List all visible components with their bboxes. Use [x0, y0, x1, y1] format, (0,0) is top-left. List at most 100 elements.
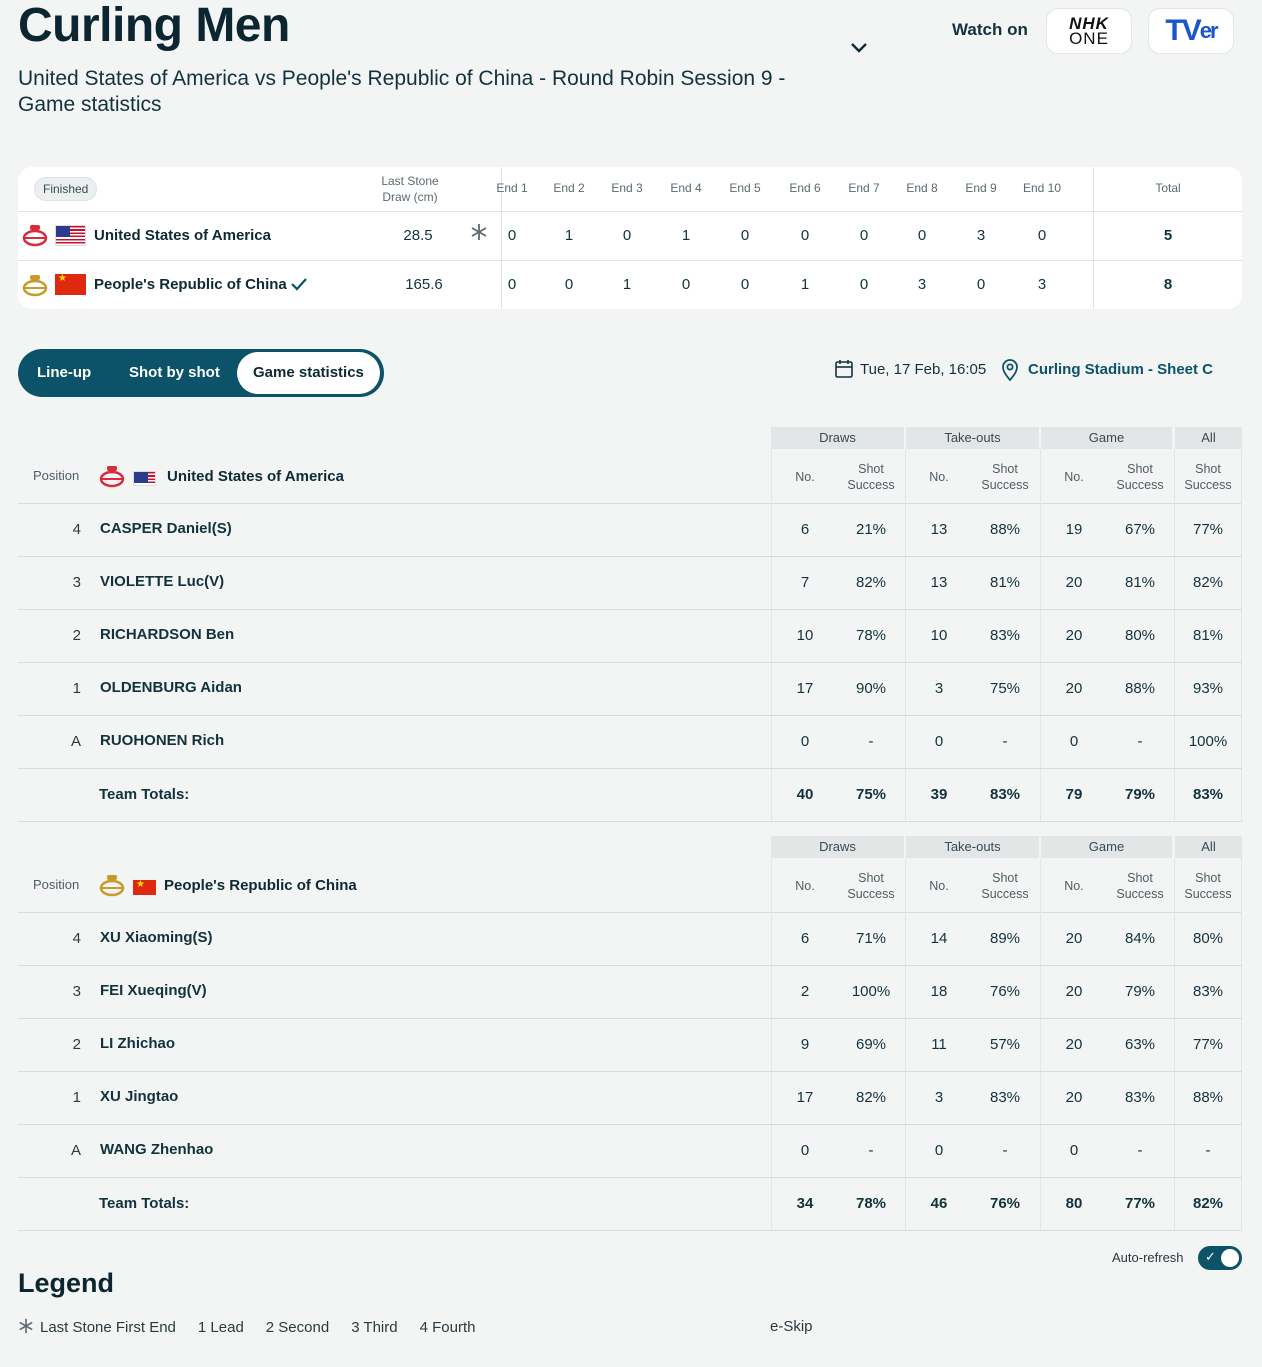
- player-position: A: [70, 733, 81, 750]
- stat-value: -: [868, 733, 874, 750]
- player-name[interactable]: FEI Xueqing(V): [100, 982, 207, 999]
- stat-value: 21%: [855, 521, 887, 538]
- team-total-value: 76%: [989, 1195, 1021, 1212]
- tab-shot-by-shot[interactable]: Shot by shot: [129, 349, 220, 397]
- end-score-chn: 1: [622, 276, 632, 293]
- sub-header-shot-success: Shot Success: [970, 461, 1040, 493]
- row-divider: [18, 768, 1242, 769]
- stat-value: 77%: [1192, 1036, 1224, 1053]
- end-score-usa: 0: [507, 227, 517, 244]
- player-name[interactable]: LI Zhichao: [100, 1035, 175, 1052]
- lsd-header: Last Stone Draw (cm): [370, 173, 450, 205]
- team-total-value: 34: [796, 1195, 814, 1212]
- stat-value: 83%: [989, 1089, 1021, 1106]
- sub-header-success: Success: [1184, 478, 1232, 492]
- stat-value: 81%: [989, 574, 1021, 591]
- team-total-value: 80: [1065, 1195, 1083, 1212]
- stat-value: 10: [796, 627, 814, 644]
- check-icon: ✓: [1205, 1249, 1216, 1264]
- chn-flag-icon: [55, 273, 86, 295]
- end-header: End 9: [965, 181, 997, 195]
- group-header-draws: Draws: [771, 836, 904, 858]
- end-score-chn: 0: [859, 276, 869, 293]
- end-score-chn: 0: [681, 276, 691, 293]
- stat-value: 88%: [989, 521, 1021, 538]
- venue-link[interactable]: Curling Stadium - Sheet C: [1028, 361, 1213, 378]
- legend-title: Legend: [18, 1268, 115, 1298]
- stat-value: 100%: [851, 983, 891, 1000]
- end-header: End 6: [789, 181, 821, 195]
- sub-header-success: Success: [847, 887, 895, 901]
- stat-value: 76%: [989, 983, 1021, 1000]
- stat-value: 83%: [1124, 1089, 1156, 1106]
- team-total-value: 82%: [1192, 1195, 1224, 1212]
- group-header-game: Game: [1041, 836, 1172, 858]
- sub-header-success: Success: [1184, 887, 1232, 901]
- player-name[interactable]: WANG Zhenhao: [100, 1141, 213, 1158]
- stat-value: 63%: [1124, 1036, 1156, 1053]
- status-badge: Finished: [34, 177, 98, 201]
- usa-stone-icon: [99, 466, 125, 488]
- stat-value: 75%: [989, 680, 1021, 697]
- end-score-chn: 0: [507, 276, 517, 293]
- stat-value: 0: [934, 733, 944, 750]
- stat-value: 93%: [1192, 680, 1224, 697]
- page-subtitle: United States of America vs People's Rep…: [18, 67, 786, 116]
- end-score-chn: 0: [740, 276, 750, 293]
- team-total-value: 40: [796, 786, 814, 803]
- chevron-down-icon[interactable]: [848, 36, 870, 58]
- team-total-value: 79%: [1124, 786, 1156, 803]
- row-divider: [18, 821, 1242, 822]
- player-name[interactable]: CASPER Daniel(S): [100, 520, 232, 537]
- sub-header-success: Success: [981, 887, 1029, 901]
- position-header: Position: [33, 468, 80, 483]
- scoreboard: Finished Last Stone Draw (cm) Total Unit…: [18, 167, 1242, 309]
- player-name[interactable]: VIOLETTE Luc(V): [100, 573, 224, 590]
- end-score-chn: 3: [1037, 276, 1047, 293]
- legend-item-second: 2 Second: [265, 1319, 330, 1336]
- sub-header-shot-success: Shot Success: [836, 461, 906, 493]
- sub-header-shot-success: Shot Success: [1105, 870, 1175, 902]
- auto-refresh-toggle[interactable]: ✓: [1198, 1246, 1242, 1270]
- player-name[interactable]: OLDENBURG Aidan: [100, 679, 242, 696]
- end-score-usa: 0: [859, 227, 869, 244]
- sub-header-no: No.: [1064, 470, 1084, 484]
- usa-stone-icon: [22, 225, 48, 247]
- stat-value: 81%: [1192, 627, 1224, 644]
- team-total-value: 79: [1065, 786, 1083, 803]
- stat-value: 81%: [1124, 574, 1156, 591]
- sub-header-shot-success: Shot Success: [1173, 461, 1243, 493]
- end-header: End 3: [611, 181, 643, 195]
- player-name[interactable]: XU Xiaoming(S): [100, 929, 213, 946]
- chn-stone-icon: [99, 875, 125, 897]
- team-total-value: 78%: [855, 1195, 887, 1212]
- player-name[interactable]: RICHARDSON Ben: [100, 626, 234, 643]
- tab-game-statistics[interactable]: Game statistics: [237, 352, 380, 394]
- end-header: End 2: [553, 181, 585, 195]
- player-name[interactable]: XU Jingtao: [100, 1088, 178, 1105]
- player-name[interactable]: RUOHONEN Rich: [100, 732, 224, 749]
- sub-header-shot: Shot: [1195, 462, 1221, 476]
- stat-value: 0: [800, 1142, 810, 1159]
- stat-value: -: [868, 1142, 874, 1159]
- team-total-value: 39: [930, 786, 948, 803]
- stat-value: 84%: [1124, 930, 1156, 947]
- stat-value: 9: [800, 1036, 810, 1053]
- team-totals-label: Team Totals:: [99, 1195, 190, 1212]
- position-header: Position: [33, 877, 80, 892]
- stat-value: 57%: [989, 1036, 1021, 1053]
- page-title: Curling Men: [18, 0, 290, 52]
- game-datetime: Tue, 17 Feb, 16:05: [860, 361, 987, 378]
- tab-lineup[interactable]: Line-up: [37, 349, 91, 397]
- stat-value: 20: [1065, 930, 1083, 947]
- sub-header-success: Success: [981, 478, 1029, 492]
- player-position: 2: [72, 627, 81, 644]
- sub-header-shot: Shot: [858, 871, 884, 885]
- stat-value: 10: [930, 627, 948, 644]
- end-score-usa: 0: [740, 227, 750, 244]
- tver-logo-button[interactable]: TV er: [1148, 8, 1234, 54]
- stat-value: 71%: [855, 930, 887, 947]
- nhk-one-logo-button[interactable]: NHK ONE: [1046, 8, 1132, 54]
- location-pin-icon: [1002, 359, 1018, 381]
- stat-value: 90%: [855, 680, 887, 697]
